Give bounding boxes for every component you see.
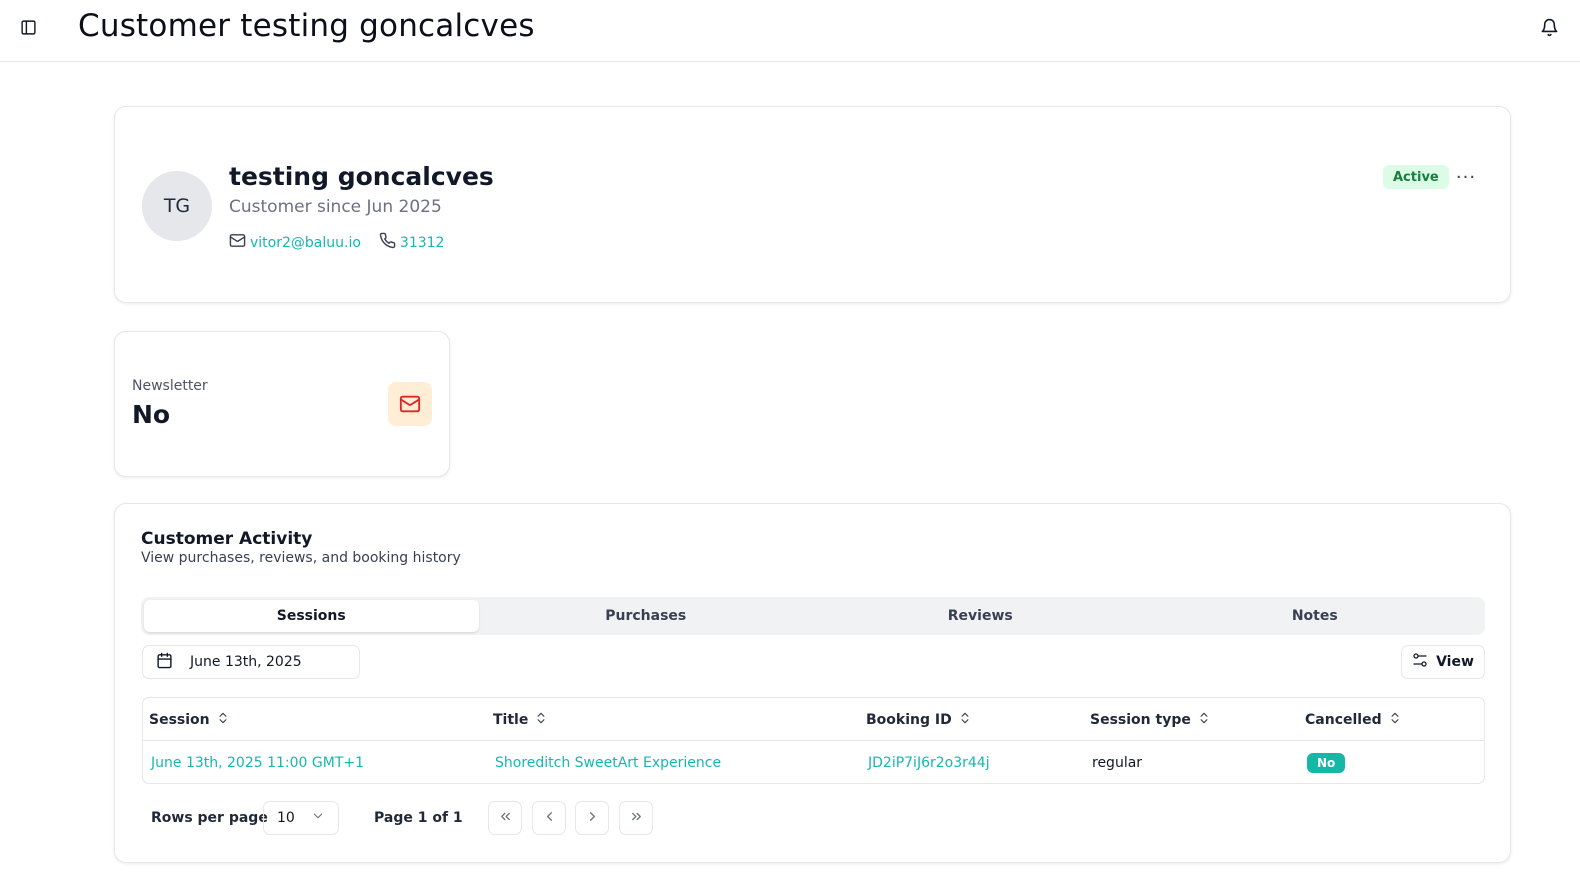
chevron-right-icon <box>585 809 600 828</box>
cancelled-cell: No <box>1307 741 1346 783</box>
chevrons-right-icon <box>629 809 644 828</box>
chevrons-left-icon <box>498 809 513 828</box>
cancelled-badge: No <box>1307 752 1346 773</box>
status-badge: Active <box>1383 165 1449 189</box>
table-header: Session Title Booking ID Session type Ca… <box>143 698 1484 741</box>
phone-link[interactable]: 31312 <box>400 235 445 251</box>
sort-icon <box>1197 711 1211 729</box>
column-booking-id[interactable]: Booking ID <box>866 698 972 741</box>
phone-contact: 31312 <box>379 232 445 253</box>
phone-icon <box>379 232 396 253</box>
email-contact: vitor2@baluu.io <box>229 232 361 253</box>
last-page-button[interactable] <box>619 801 653 835</box>
tab-reviews[interactable]: Reviews <box>813 600 1148 632</box>
newsletter-label: Newsletter <box>132 378 208 394</box>
sort-icon <box>534 711 548 729</box>
date-filter-value: June 13th, 2025 <box>190 654 302 670</box>
column-session[interactable]: Session <box>149 698 230 741</box>
contact-row: vitor2@baluu.io 31312 <box>229 232 444 253</box>
next-page-button[interactable] <box>575 801 609 835</box>
session-link[interactable]: June 13th, 2025 11:00 GMT+1 <box>151 741 364 783</box>
rows-per-page-value: 10 <box>277 810 295 826</box>
sort-icon <box>216 711 230 729</box>
sort-icon <box>958 711 972 729</box>
date-filter-button[interactable]: June 13th, 2025 <box>142 645 360 679</box>
page-title: Customer testing goncalcves <box>78 8 535 44</box>
activity-title: Customer Activity <box>141 529 313 549</box>
customer-profile-card: TG testing goncalcves Customer since Jun… <box>114 106 1511 303</box>
column-cancelled[interactable]: Cancelled <box>1305 698 1402 741</box>
customer-activity-card: Customer Activity View purchases, review… <box>114 503 1511 863</box>
rows-per-page-select[interactable]: 10 <box>263 801 339 835</box>
tab-notes[interactable]: Notes <box>1148 600 1483 632</box>
view-options-button[interactable]: View <box>1401 645 1485 679</box>
calendar-icon <box>156 652 173 673</box>
previous-page-button[interactable] <box>532 801 566 835</box>
customer-since: Customer since Jun 2025 <box>229 197 442 217</box>
customer-name: testing goncalcves <box>229 162 494 191</box>
more-options-button[interactable]: ··· <box>1453 165 1479 189</box>
activity-subtitle: View purchases, reviews, and booking his… <box>141 550 461 566</box>
first-page-button[interactable] <box>488 801 522 835</box>
newsletter-card: Newsletter No <box>114 331 450 477</box>
mail-icon <box>229 232 246 253</box>
chevron-left-icon <box>542 809 557 828</box>
title-link[interactable]: Shoreditch SweetArt Experience <box>495 741 721 783</box>
page-indicator: Page 1 of 1 <box>374 810 463 826</box>
bell-icon[interactable] <box>1538 16 1560 38</box>
booking-id-link[interactable]: JD2iP7iJ6r2o3r44j <box>868 741 990 783</box>
sidebar-panel-icon[interactable] <box>18 17 38 37</box>
avatar: TG <box>142 171 212 241</box>
table-row[interactable]: June 13th, 2025 11:00 GMT+1 Shoreditch S… <box>143 741 1484 783</box>
tab-sessions[interactable]: Sessions <box>144 600 479 632</box>
more-horizontal-icon: ··· <box>1455 166 1477 188</box>
rows-per-page-label: Rows per page <box>151 810 268 826</box>
tab-purchases[interactable]: Purchases <box>479 600 814 632</box>
chevron-down-icon <box>311 809 325 827</box>
session-type-cell: regular <box>1092 754 1143 771</box>
column-session-type[interactable]: Session type <box>1090 698 1211 741</box>
newsletter-value: No <box>132 400 171 429</box>
view-label: View <box>1436 654 1474 670</box>
activity-tabs: Sessions Purchases Reviews Notes <box>141 597 1485 635</box>
pagination: Rows per page 10 Page 1 of 1 <box>142 801 842 835</box>
email-link[interactable]: vitor2@baluu.io <box>250 235 361 251</box>
sessions-table: Session Title Booking ID Session type Ca… <box>142 697 1485 784</box>
top-header: Customer testing goncalcves <box>0 0 1580 62</box>
sort-icon <box>1388 711 1402 729</box>
settings-sliders-icon <box>1412 652 1428 672</box>
mail-icon <box>388 382 432 426</box>
column-title[interactable]: Title <box>493 698 548 741</box>
